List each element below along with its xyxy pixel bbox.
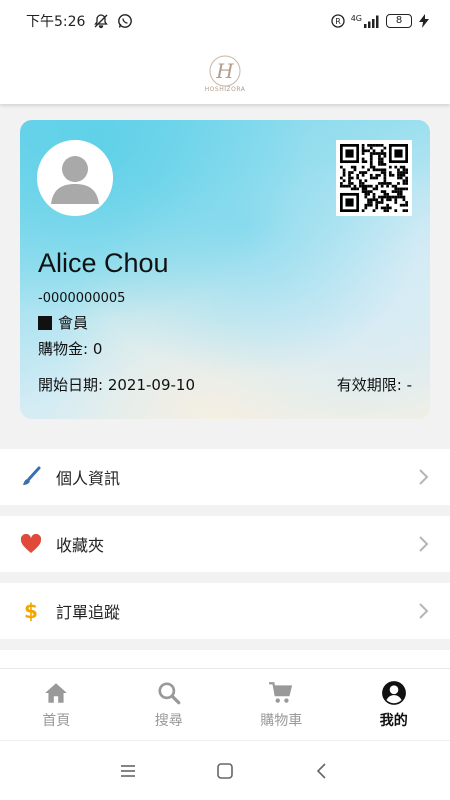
avatar-placeholder-icon [37, 140, 113, 216]
status-left: 下午5:26 [26, 11, 133, 31]
menu-icon [121, 764, 136, 777]
recent-apps-button[interactable] [116, 759, 140, 783]
app-header: H HOSHIZORA [0, 42, 450, 104]
nav-label: 搜尋 [154, 712, 183, 729]
whatsapp-icon [117, 13, 133, 29]
menu-label: 訂單追蹤 [56, 603, 121, 622]
member-qr-code[interactable] [336, 140, 412, 216]
nav-search[interactable]: 搜尋 [113, 669, 226, 740]
charging-icon [418, 14, 430, 28]
brush-icon [20, 466, 42, 488]
start-date: 開始日期: 2021-09-10 [38, 376, 195, 394]
status-right: R 4G 8 [331, 14, 430, 28]
chevron-right-icon [416, 467, 430, 487]
member-name: Alice Chou [38, 248, 169, 278]
nav-label: 首頁 [42, 712, 71, 729]
back-icon [316, 762, 326, 779]
home-square-icon [217, 762, 233, 779]
shopping-credit: 購物金: 0 [38, 340, 103, 358]
home-button[interactable] [213, 759, 237, 783]
search-icon [158, 681, 181, 704]
chevron-right-icon [416, 601, 430, 621]
system-nav-bar [0, 740, 450, 800]
menu-item-profile[interactable]: 個人資訊 [0, 449, 450, 505]
registered-icon: R [331, 14, 345, 28]
status-time: 下午5:26 [26, 14, 86, 30]
nav-account[interactable]: 我的 [338, 669, 450, 740]
menu-label: 個人資訊 [56, 469, 121, 488]
nav-label: 我的 [379, 712, 408, 729]
member-level: 會員 [38, 312, 88, 333]
mute-icon [93, 13, 109, 29]
level-square-icon [38, 315, 52, 330]
cart-icon [269, 681, 293, 703]
network-label: 4G [350, 13, 362, 23]
nav-cart[interactable]: 購物車 [225, 669, 338, 740]
status-bar: 下午5:26 R 4G 8 [0, 0, 450, 42]
account-icon [381, 680, 406, 705]
battery-indicator: 8 [386, 14, 412, 28]
bottom-nav: 首頁 搜尋 購物車 我的 [0, 668, 450, 740]
chevron-right-icon [416, 534, 430, 554]
member-id: -0000000005 [38, 291, 126, 306]
nav-label: 購物車 [260, 712, 303, 729]
brand-logo[interactable]: H HOSHIZORA [205, 54, 246, 93]
qr-code-icon [340, 144, 408, 212]
svg-text:$: $ [24, 600, 38, 622]
logo-text: HOSHIZORA [204, 85, 246, 93]
logo-mark-icon: H [209, 55, 241, 86]
member-card: Alice Chou -0000000005 會員 購物金: 0 開始日期: 2… [20, 120, 430, 419]
svg-text:R: R [335, 17, 341, 26]
member-level-label: 會員 [58, 314, 89, 332]
dollar-icon: $ [20, 600, 42, 622]
avatar[interactable] [37, 140, 113, 216]
menu-label: 收藏夾 [56, 536, 105, 555]
signal-icon [364, 15, 380, 28]
expiry-date: 有效期限: - [336, 376, 412, 394]
menu-item-partial [0, 650, 450, 668]
back-button[interactable] [310, 759, 334, 783]
menu-item-favorites[interactable]: 收藏夾 [0, 516, 450, 572]
menu-item-order-tracking[interactable]: $ 訂單追蹤 [0, 583, 450, 639]
heart-icon [20, 533, 42, 555]
home-icon [45, 682, 68, 703]
svg-text:H: H [215, 59, 234, 83]
nav-home[interactable]: 首頁 [0, 669, 113, 740]
